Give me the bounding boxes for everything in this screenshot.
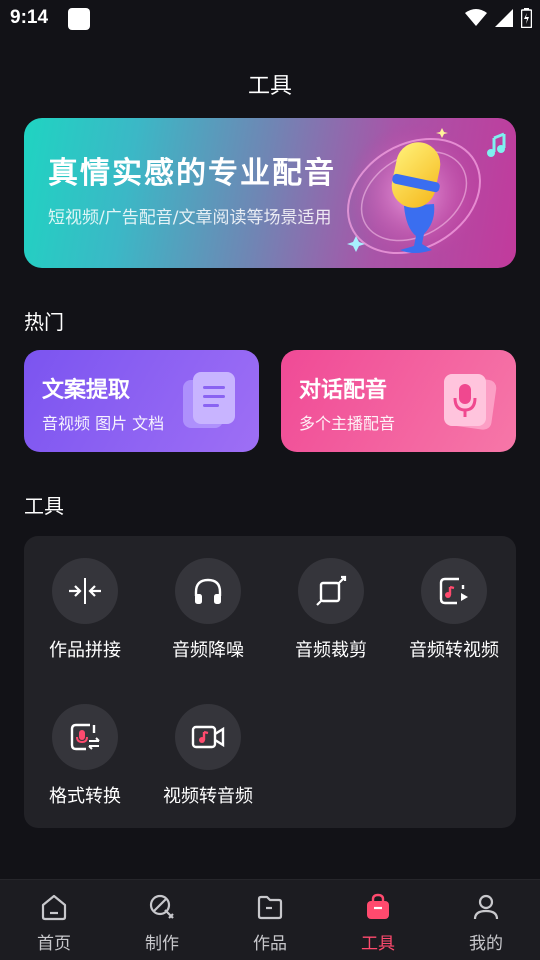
audio-to-video-icon (439, 577, 468, 605)
hot-card-title: 对话配音 (299, 378, 388, 403)
user-icon (473, 894, 499, 920)
signal-icon (495, 9, 513, 27)
folder-icon (257, 895, 283, 920)
home-icon (41, 894, 67, 921)
hot-card-subtitle: 音视频 图片 文档 (42, 414, 165, 433)
notification-icon (68, 8, 90, 30)
tool-label: 格式转换 (49, 786, 121, 807)
tool-video-to-audio[interactable]: 视频转音频 (148, 704, 268, 808)
microphone-illustration (344, 123, 506, 263)
battery-icon (521, 8, 532, 28)
nav-label: 制作 (145, 934, 179, 954)
promo-banner[interactable]: 真情实感的专业配音 短视频/广告配音/文章阅读等场景适用 (24, 118, 516, 268)
tool-label: 作品拼接 (49, 640, 121, 661)
hot-card-text-extract[interactable]: 文案提取 音视频 图片 文档 (24, 350, 259, 452)
tool-icon-circle (175, 558, 241, 624)
tool-audio-to-video[interactable]: 音频转视频 (394, 558, 514, 662)
nav-label: 工具 (361, 934, 395, 954)
format-convert-icon (70, 723, 100, 751)
nav-item-tools[interactable]: 工具 (338, 890, 418, 954)
tool-crop[interactable]: 音频裁剪 (271, 558, 391, 662)
status-icons (465, 8, 532, 28)
tool-denoise[interactable]: 音频降噪 (148, 558, 268, 662)
nav-item-me[interactable]: 我的 (446, 890, 526, 954)
headphones-icon (194, 578, 222, 604)
tool-icon-circle (52, 558, 118, 624)
banner-title: 真情实感的专业配音 (48, 156, 336, 191)
nav-item-home[interactable]: 首页 (14, 890, 94, 954)
tools-section-label: 工具 (24, 494, 64, 518)
toolbag-icon (367, 893, 389, 919)
tool-format-convert[interactable]: 格式转换 (25, 704, 145, 808)
make-icon (149, 894, 174, 919)
banner-subtitle: 短视频/广告配音/文章阅读等场景适用 (48, 208, 332, 228)
video-to-audio-icon (191, 725, 225, 749)
page-title: 工具 (247, 74, 292, 99)
merge-icon (69, 578, 101, 604)
nav-item-make[interactable]: 制作 (122, 890, 202, 954)
tool-label: 音频降噪 (172, 640, 244, 661)
tools-panel: 作品拼接 音频降噪 音频裁剪 音频转视频 格式转换 视频转音频 (24, 536, 516, 828)
bottom-nav: 首页 制作 作品 工具 我的 (0, 879, 540, 960)
nav-item-works[interactable]: 作品 (230, 890, 310, 954)
nav-label: 首页 (37, 934, 71, 954)
tool-label: 音频裁剪 (295, 640, 367, 661)
tool-icon-circle (52, 704, 118, 770)
tool-label: 视频转音频 (163, 786, 253, 807)
hot-card-dialog-dubbing[interactable]: 对话配音 多个主播配音 (281, 350, 516, 452)
wifi-icon (465, 9, 487, 26)
status-time: 9:14 (10, 7, 49, 28)
tool-icon-circle (421, 558, 487, 624)
document-icon (183, 372, 235, 428)
nav-label: 我的 (469, 934, 503, 954)
hot-card-subtitle: 多个主播配音 (299, 414, 396, 433)
nav-label: 作品 (253, 934, 287, 954)
tool-icon-circle (175, 704, 241, 770)
tool-merge[interactable]: 作品拼接 (25, 558, 145, 662)
hot-card-title: 文案提取 (42, 378, 131, 403)
tool-label: 音频转视频 (409, 640, 499, 661)
tool-icon-circle (298, 558, 364, 624)
status-bar: 9:14 (0, 0, 540, 38)
hot-section-label: 热门 (24, 310, 64, 334)
crop-icon (316, 575, 347, 606)
microphone-icon (444, 374, 497, 430)
